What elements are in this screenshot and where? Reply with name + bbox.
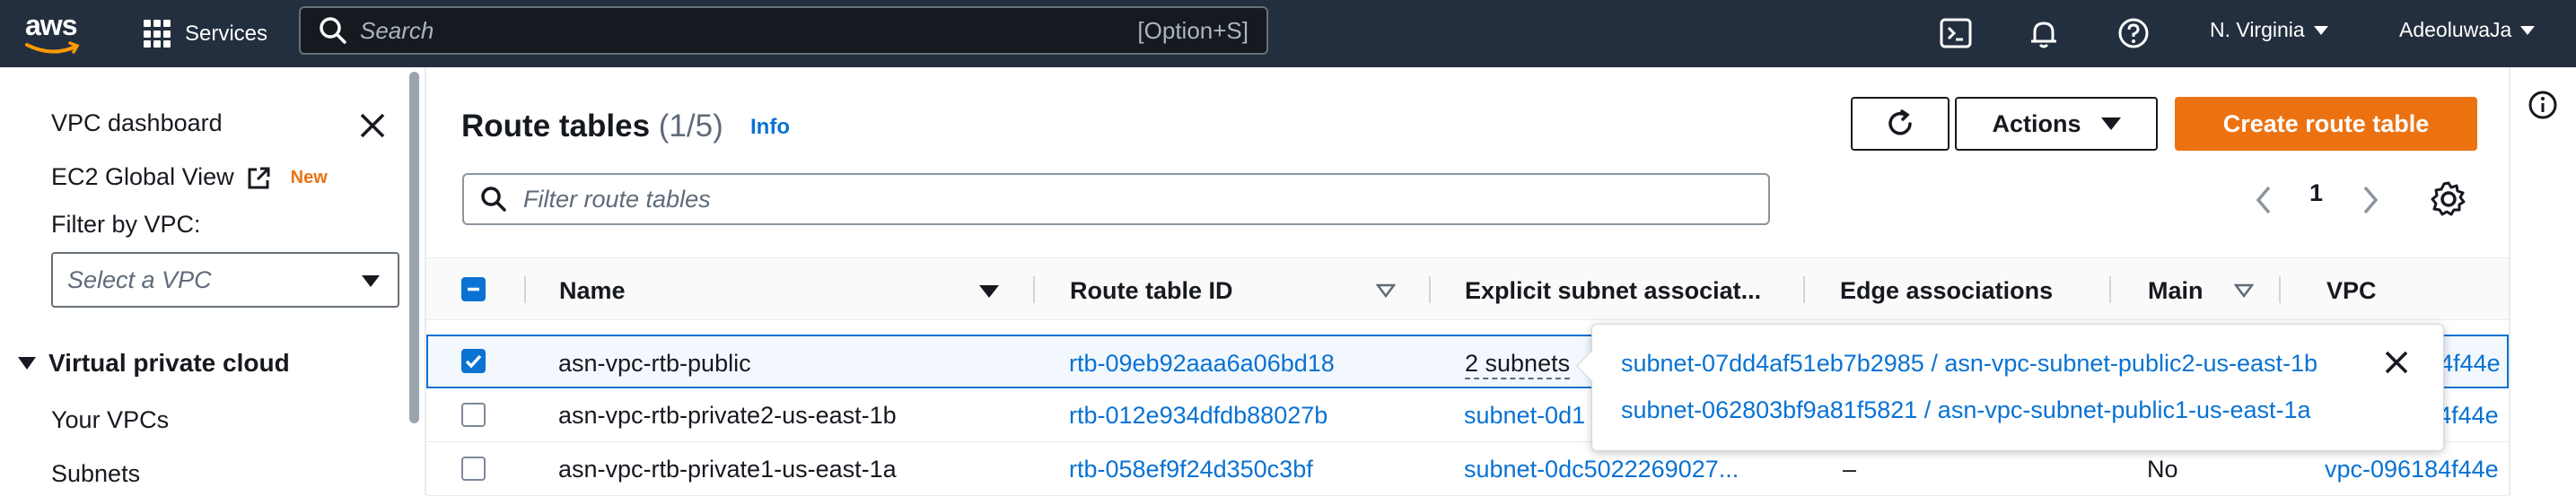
column-header-route-table-id[interactable]: Route table ID <box>1070 277 1233 305</box>
settings-gear-icon[interactable] <box>2430 180 2467 218</box>
actions-dropdown-button[interactable]: Actions <box>1955 97 2158 151</box>
sidebar-item-ec2-global-view[interactable]: EC2 Global View New <box>51 163 328 191</box>
explicit-subnet-link[interactable]: subnet-0dc5022269027... <box>1464 456 1739 483</box>
sort-icon[interactable] <box>1376 283 1396 298</box>
route-table-id-link[interactable]: rtb-012e934dfdb88027b <box>1069 402 1327 430</box>
aws-logo[interactable]: aws <box>25 9 88 59</box>
row-name: asn-vpc-rtb-private2-us-east-1b <box>558 402 897 429</box>
subnets-popover: subnet-07dd4af51eb7b2985 / asn-vpc-subne… <box>1576 324 2444 451</box>
row-checkbox[interactable] <box>461 349 486 373</box>
column-divider <box>1803 276 1805 303</box>
new-badge: New <box>290 168 328 188</box>
previous-page-icon[interactable] <box>2251 182 2278 218</box>
services-menu[interactable]: Services <box>144 14 267 54</box>
vpc-link[interactable]: vpc-096184f44e <box>2325 456 2499 483</box>
sidebar-item-subnets[interactable]: Subnets <box>51 460 140 488</box>
row-checkbox[interactable] <box>461 403 486 427</box>
column-divider <box>1033 276 1035 303</box>
popover-subnet-link[interactable]: subnet-07dd4af51eb7b2985 / asn-vpc-subne… <box>1621 350 2318 378</box>
top-navigation: aws Services Search [Option+S] N. Virgin… <box>0 0 2576 67</box>
select-all-checkbox[interactable] <box>461 277 486 301</box>
column-divider <box>1429 276 1431 303</box>
popover-subnet-link[interactable]: subnet-062803bf9a81f5821 / asn-vpc-subne… <box>1621 396 2311 424</box>
notifications-bell-icon[interactable] <box>2026 15 2062 51</box>
filter-placeholder: Filter route tables <box>523 185 711 213</box>
aws-logo-text: aws <box>25 9 77 41</box>
account-name: AdeoluwaJa <box>2399 18 2512 41</box>
row-name: asn-vpc-rtb-public <box>558 350 751 377</box>
tools-panel-rail <box>2509 67 2576 495</box>
column-divider <box>2279 276 2281 303</box>
route-table-id-link[interactable]: rtb-058ef9f24d350c3bf <box>1069 456 1313 483</box>
help-icon[interactable] <box>2116 15 2151 51</box>
region-selector[interactable]: N. Virginia <box>2210 18 2328 42</box>
account-menu[interactable]: AdeoluwaJa <box>2399 18 2536 42</box>
info-link[interactable]: Info <box>750 115 790 140</box>
search-placeholder: Search <box>360 16 434 44</box>
actions-label: Actions <box>1992 109 2081 137</box>
search-icon <box>320 17 346 44</box>
explicit-subnet-link[interactable]: subnet-0d1 <box>1464 402 1585 430</box>
column-header-edge-associations[interactable]: Edge associations <box>1840 277 2053 305</box>
page-title: Route tables (1/5) <box>461 109 723 144</box>
search-icon <box>481 187 506 212</box>
chevron-down-icon <box>2313 25 2328 35</box>
edge-associations-value: – <box>1843 456 1857 483</box>
cloudshell-icon[interactable] <box>1938 15 1974 51</box>
search-shortcut: [Option+S] <box>1137 16 1249 44</box>
table-header: Name Route table ID Explicit subnet asso… <box>426 257 2509 320</box>
caret-down-icon <box>2100 117 2121 130</box>
column-header-main[interactable]: Main <box>2148 277 2204 305</box>
column-divider <box>524 276 526 303</box>
explicit-subnets-trigger[interactable]: 2 subnets <box>1465 350 1571 379</box>
column-header-explicit-subnet[interactable]: Explicit subnet associat... <box>1465 277 1761 305</box>
page-number[interactable]: 1 <box>2309 179 2323 207</box>
route-table-id-link[interactable]: rtb-09eb92aaa6a06bd18 <box>1069 350 1335 378</box>
aws-smile-icon <box>25 41 80 54</box>
close-icon[interactable] <box>2382 348 2411 377</box>
column-divider <box>2109 276 2111 303</box>
side-navigation: VPC dashboard EC2 Global View New Filter… <box>0 67 422 495</box>
row-checkbox[interactable] <box>461 457 486 481</box>
vpc-filter-select[interactable]: Select a VPC <box>51 252 399 308</box>
caret-down-icon <box>18 357 36 370</box>
chevron-down-icon <box>2520 25 2536 35</box>
section-title: Virtual private cloud <box>48 349 290 377</box>
vpc-select-placeholder: Select a VPC <box>67 265 212 293</box>
create-route-table-button[interactable]: Create route table <box>2175 97 2477 151</box>
next-page-icon[interactable] <box>2356 182 2383 218</box>
filter-by-vpc-label: Filter by VPC: <box>51 211 201 238</box>
services-label: Services <box>185 22 268 46</box>
sort-icon[interactable] <box>2234 283 2254 298</box>
sort-descending-icon[interactable] <box>979 285 999 298</box>
apps-grid-icon <box>144 20 172 48</box>
main-value: No <box>2147 456 2178 483</box>
info-icon[interactable] <box>2527 89 2559 121</box>
page-title-text: Route tables <box>461 109 651 144</box>
ec2-global-view-label: EC2 Global View <box>51 163 234 190</box>
filter-route-tables-input[interactable]: Filter route tables <box>462 173 1770 225</box>
section-virtual-private-cloud[interactable]: Virtual private cloud <box>18 349 290 378</box>
global-search-input[interactable]: Search [Option+S] <box>299 6 1268 55</box>
refresh-button[interactable] <box>1851 97 1950 151</box>
close-icon[interactable] <box>357 110 388 141</box>
refresh-icon <box>1888 109 1912 135</box>
caret-down-icon <box>362 275 380 287</box>
column-header-vpc[interactable]: VPC <box>2326 277 2377 305</box>
indeterminate-icon <box>468 287 479 292</box>
checkmark-icon <box>465 354 482 369</box>
region-label: N. Virginia <box>2210 18 2305 41</box>
sidebar-scrollbar[interactable] <box>409 72 419 423</box>
sidebar-item-vpc-dashboard[interactable]: VPC dashboard <box>51 109 223 137</box>
row-name: asn-vpc-rtb-private1-us-east-1a <box>558 456 897 483</box>
column-header-name[interactable]: Name <box>559 277 626 305</box>
selection-count: (1/5) <box>658 109 723 144</box>
external-link-icon <box>248 167 270 189</box>
sidebar-item-your-vpcs[interactable]: Your VPCs <box>51 406 169 434</box>
